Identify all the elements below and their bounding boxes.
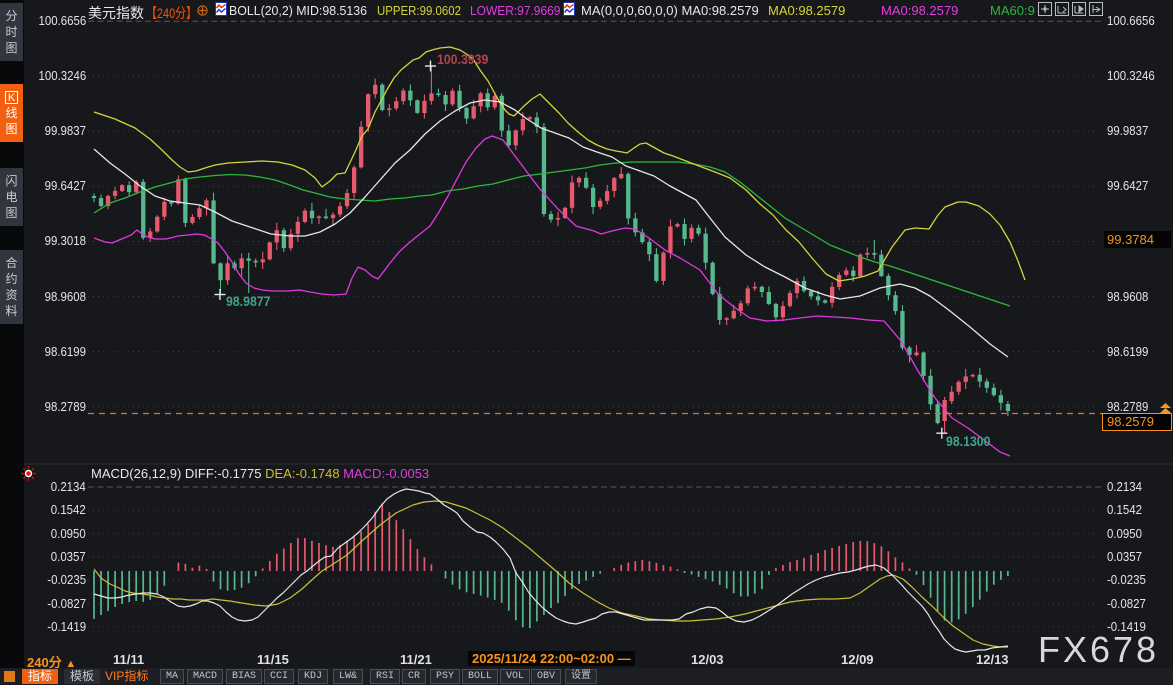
svg-text:98.9877: 98.9877 xyxy=(226,293,270,309)
svg-text:100.3939: 100.3939 xyxy=(437,51,488,67)
svg-text:98.1300: 98.1300 xyxy=(946,433,990,449)
